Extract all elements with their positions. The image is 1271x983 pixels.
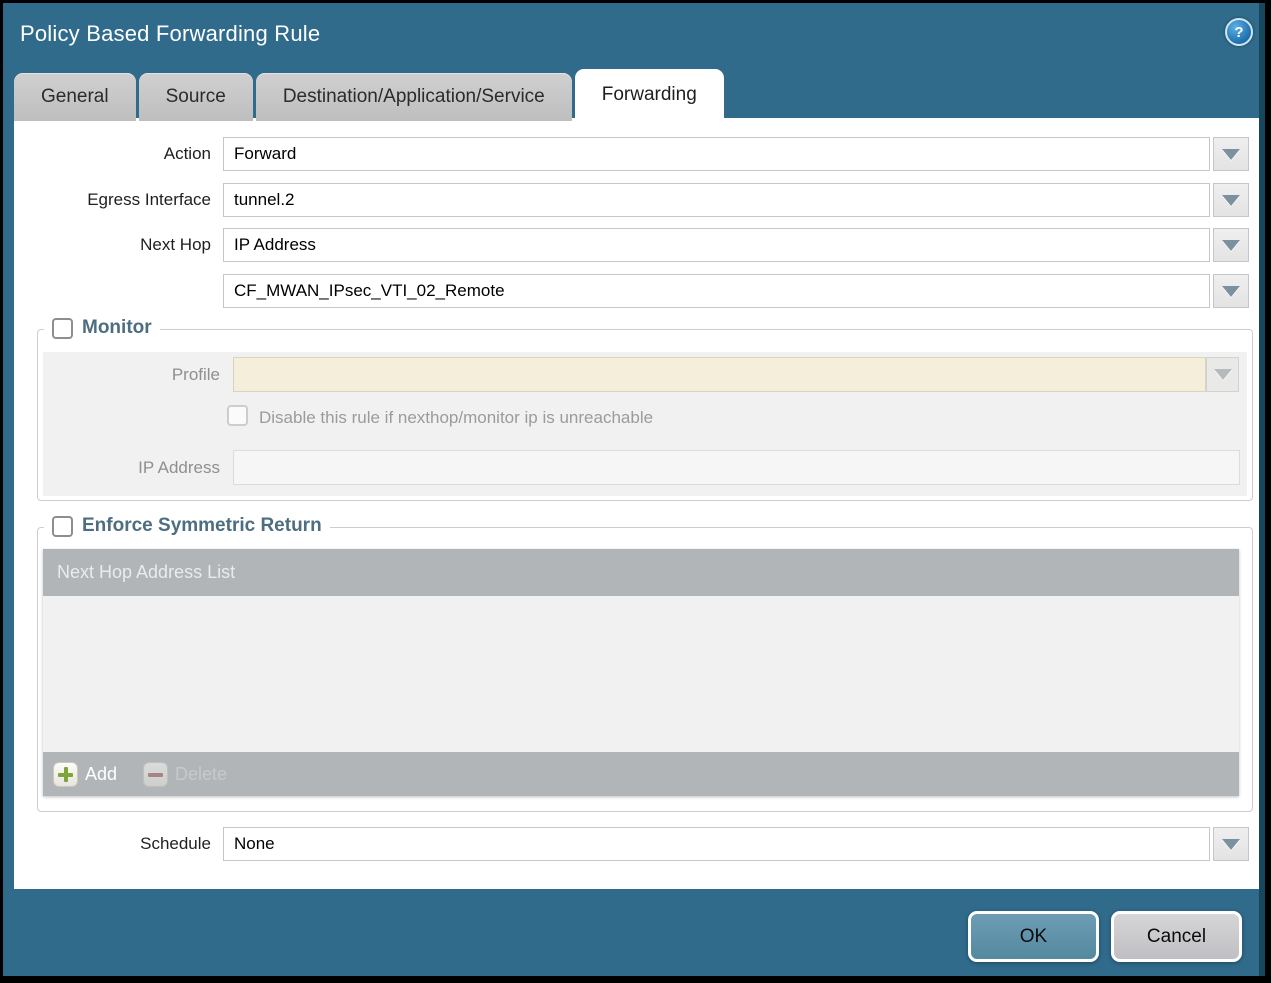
monitor-panel: Profile Disable this rule if nexthop/mon… <box>43 352 1247 496</box>
dialog-edge-shadow <box>1259 3 1265 976</box>
delete-button: Delete <box>143 762 227 787</box>
next-hop-address-field[interactable]: CF_MWAN_IPsec_VTI_02_Remote <box>223 274 1210 308</box>
action-dropdown-button[interactable] <box>1213 137 1249 171</box>
next-hop-type-dropdown-button[interactable] <box>1213 228 1249 262</box>
enforce-legend-label: Enforce Symmetric Return <box>82 515 322 537</box>
chevron-down-icon <box>1222 195 1240 206</box>
profile-dropdown-button <box>1206 357 1239 392</box>
chevron-down-icon <box>1222 286 1240 297</box>
monitor-group: Monitor Profile Disable this rule if nex… <box>37 329 1253 501</box>
schedule-dropdown-button[interactable] <box>1213 827 1249 861</box>
monitor-ip-address-field <box>233 450 1240 485</box>
disable-rule-label: Disable this rule if nexthop/monitor ip … <box>259 406 653 430</box>
egress-interface-field[interactable]: tunnel.2 <box>223 183 1210 217</box>
chevron-down-icon <box>1214 369 1232 380</box>
disable-rule-checkbox <box>227 405 248 426</box>
chevron-down-icon <box>1222 240 1240 251</box>
dialog-title: Policy Based Forwarding Rule <box>20 21 320 47</box>
tab-bar: General Source Destination/Application/S… <box>14 68 724 121</box>
enforce-symmetric-return-checkbox[interactable] <box>52 516 73 537</box>
tab-forwarding[interactable]: Forwarding <box>575 69 724 121</box>
tab-source[interactable]: Source <box>139 73 253 121</box>
monitor-ip-address-label: IP Address <box>43 450 220 485</box>
schedule-field[interactable]: None <box>223 827 1210 861</box>
minus-icon <box>143 762 168 787</box>
action-label: Action <box>14 137 211 171</box>
monitor-checkbox[interactable] <box>52 318 73 339</box>
pbf-rule-dialog: Policy Based Forwarding Rule ? General S… <box>3 3 1265 976</box>
tab-destination-application-service[interactable]: Destination/Application/Service <box>256 73 572 121</box>
chevron-down-icon <box>1222 149 1240 160</box>
next-hop-type-field[interactable]: IP Address <box>223 228 1210 262</box>
egress-interface-label: Egress Interface <box>14 183 211 217</box>
next-hop-address-list-header: Next Hop Address List <box>43 549 1239 596</box>
next-hop-address-table: Next Hop Address List Add Delete <box>43 549 1239 796</box>
add-button[interactable]: Add <box>53 762 117 787</box>
plus-icon <box>53 762 78 787</box>
profile-field <box>233 357 1206 392</box>
next-hop-address-dropdown-button[interactable] <box>1213 274 1249 308</box>
action-field[interactable]: Forward <box>223 137 1210 171</box>
tab-general[interactable]: General <box>14 73 136 121</box>
schedule-label: Schedule <box>14 827 211 861</box>
monitor-legend-label: Monitor <box>82 317 152 339</box>
next-hop-label: Next Hop <box>14 228 211 262</box>
tab-content-forwarding: Action Forward Egress Interface tunnel.2… <box>14 118 1259 889</box>
cancel-button[interactable]: Cancel <box>1111 911 1242 962</box>
enforce-symmetric-return-group: Enforce Symmetric Return Next Hop Addres… <box>37 527 1253 812</box>
dialog-title-bar: Policy Based Forwarding Rule ? <box>3 3 1265 67</box>
next-hop-address-list-body[interactable] <box>43 596 1239 752</box>
chevron-down-icon <box>1222 839 1240 850</box>
egress-interface-dropdown-button[interactable] <box>1213 183 1249 217</box>
help-icon[interactable]: ? <box>1225 18 1253 46</box>
help-glyph: ? <box>1234 24 1243 41</box>
ok-button[interactable]: OK <box>968 911 1099 962</box>
enforce-legend: Enforce Symmetric Return <box>44 515 330 537</box>
next-hop-address-list-toolbar: Add Delete <box>43 752 1239 796</box>
profile-label: Profile <box>43 357 220 392</box>
monitor-legend: Monitor <box>44 317 160 339</box>
